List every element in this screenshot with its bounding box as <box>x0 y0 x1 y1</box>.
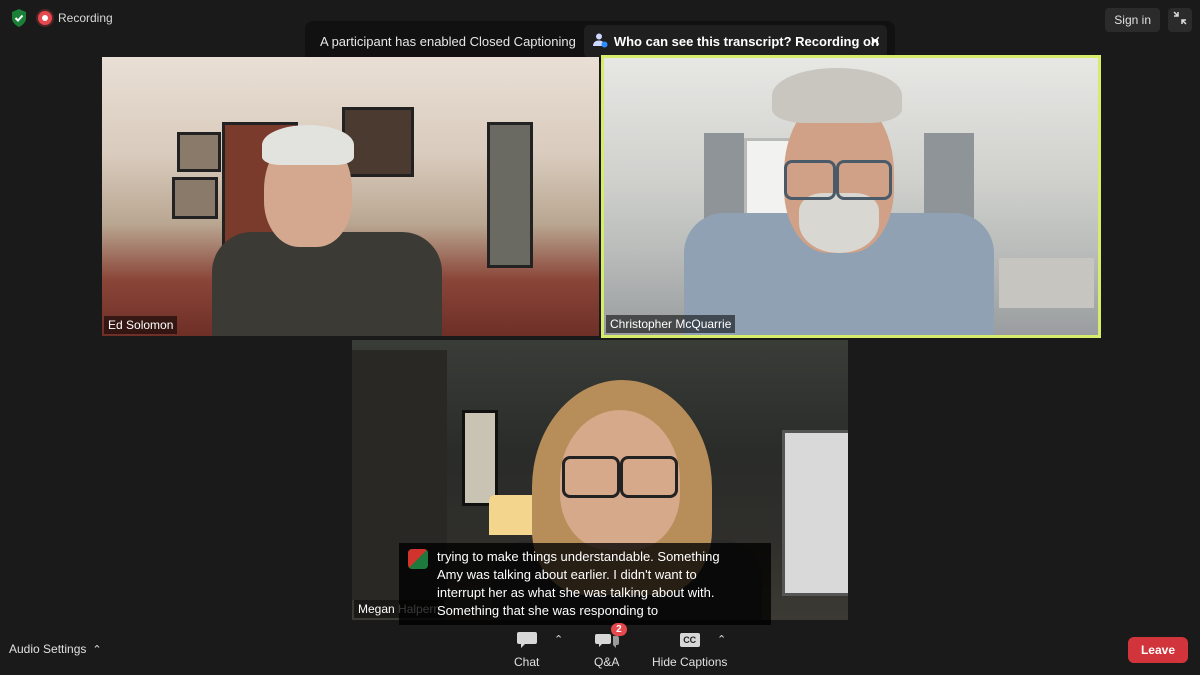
meeting-toolbar: Audio Settings ⌃ Chat ⌃ 2 Q&A CC Hide Ca… <box>0 623 1200 675</box>
exit-fullscreen-button[interactable] <box>1168 8 1192 32</box>
person-info-icon <box>592 32 608 51</box>
qa-label: Q&A <box>594 655 620 669</box>
sofa <box>999 258 1094 308</box>
transcript-visibility-label: Who can see this transcript? Recording o… <box>613 34 879 49</box>
captions-icon-wrap: CC <box>679 629 700 651</box>
caption-line: Amy was talking about earlier. I didn't … <box>437 567 697 582</box>
close-banner-icon[interactable]: ✕ <box>869 33 881 50</box>
recording-label: Recording <box>58 11 113 25</box>
participant-beard <box>799 193 879 253</box>
participant-hair <box>772 68 902 123</box>
participant-name: Christopher McQuarrie <box>606 315 736 333</box>
wall-frame <box>177 132 221 172</box>
glasses <box>784 160 836 200</box>
leave-button[interactable]: Leave <box>1127 637 1188 663</box>
qa-count-badge: 2 <box>611 623 627 636</box>
hide-captions-label: Hide Captions <box>652 655 728 669</box>
wall-frame <box>172 177 218 219</box>
door <box>782 430 848 596</box>
chevron-up-icon: ⌃ <box>92 643 102 656</box>
video-tile-ed-solomon[interactable]: Ed Solomon <box>102 57 599 336</box>
recording-dot-icon <box>38 11 52 25</box>
captions-options-chevron-up-icon[interactable]: ⌃ <box>717 633 726 646</box>
top-right-controls: Sign in <box>1105 8 1192 32</box>
caption-line: Something that she was responding to <box>437 603 659 618</box>
status-area: Recording <box>10 8 113 28</box>
live-captions: trying to make things understandable. So… <box>399 543 771 625</box>
banner-message: A participant has enabled Closed Caption… <box>320 34 576 49</box>
glasses <box>620 456 678 498</box>
collapse-arrows-icon <box>1173 10 1187 30</box>
speaker-avatar-icon <box>408 549 428 569</box>
audio-settings-label: Audio Settings <box>9 642 87 656</box>
chat-bubble-icon <box>516 629 538 651</box>
wall-art <box>462 410 498 506</box>
closed-captions-icon: CC <box>679 633 700 647</box>
qa-button[interactable]: 2 Q&A <box>594 623 627 669</box>
caption-line: interrupt her as what she was talking ab… <box>437 585 715 600</box>
participant-name: Ed Solomon <box>104 316 178 334</box>
glasses <box>562 456 620 498</box>
chat-options-chevron-up-icon[interactable]: ⌃ <box>554 633 563 646</box>
participant-body <box>212 232 442 336</box>
audio-settings-button[interactable]: Audio Settings ⌃ <box>9 642 102 656</box>
glasses <box>836 160 892 200</box>
transcript-visibility-link[interactable]: Who can see this transcript? Recording o… <box>583 25 887 58</box>
chat-label: Chat <box>514 655 540 669</box>
qa-bubbles-icon: 2 <box>594 623 627 651</box>
recording-indicator[interactable]: Recording <box>38 11 113 25</box>
video-tile-christopher-mcquarrie[interactable]: Christopher McQuarrie <box>601 55 1101 338</box>
lamp <box>489 495 537 535</box>
caption-line: trying to make things understandable. So… <box>437 549 720 564</box>
security-shield-icon[interactable] <box>10 8 28 28</box>
wall-frame <box>487 122 533 268</box>
sign-in-button[interactable]: Sign in <box>1105 8 1160 32</box>
participant-hair <box>262 125 354 165</box>
chat-button[interactable]: Chat <box>514 629 539 669</box>
